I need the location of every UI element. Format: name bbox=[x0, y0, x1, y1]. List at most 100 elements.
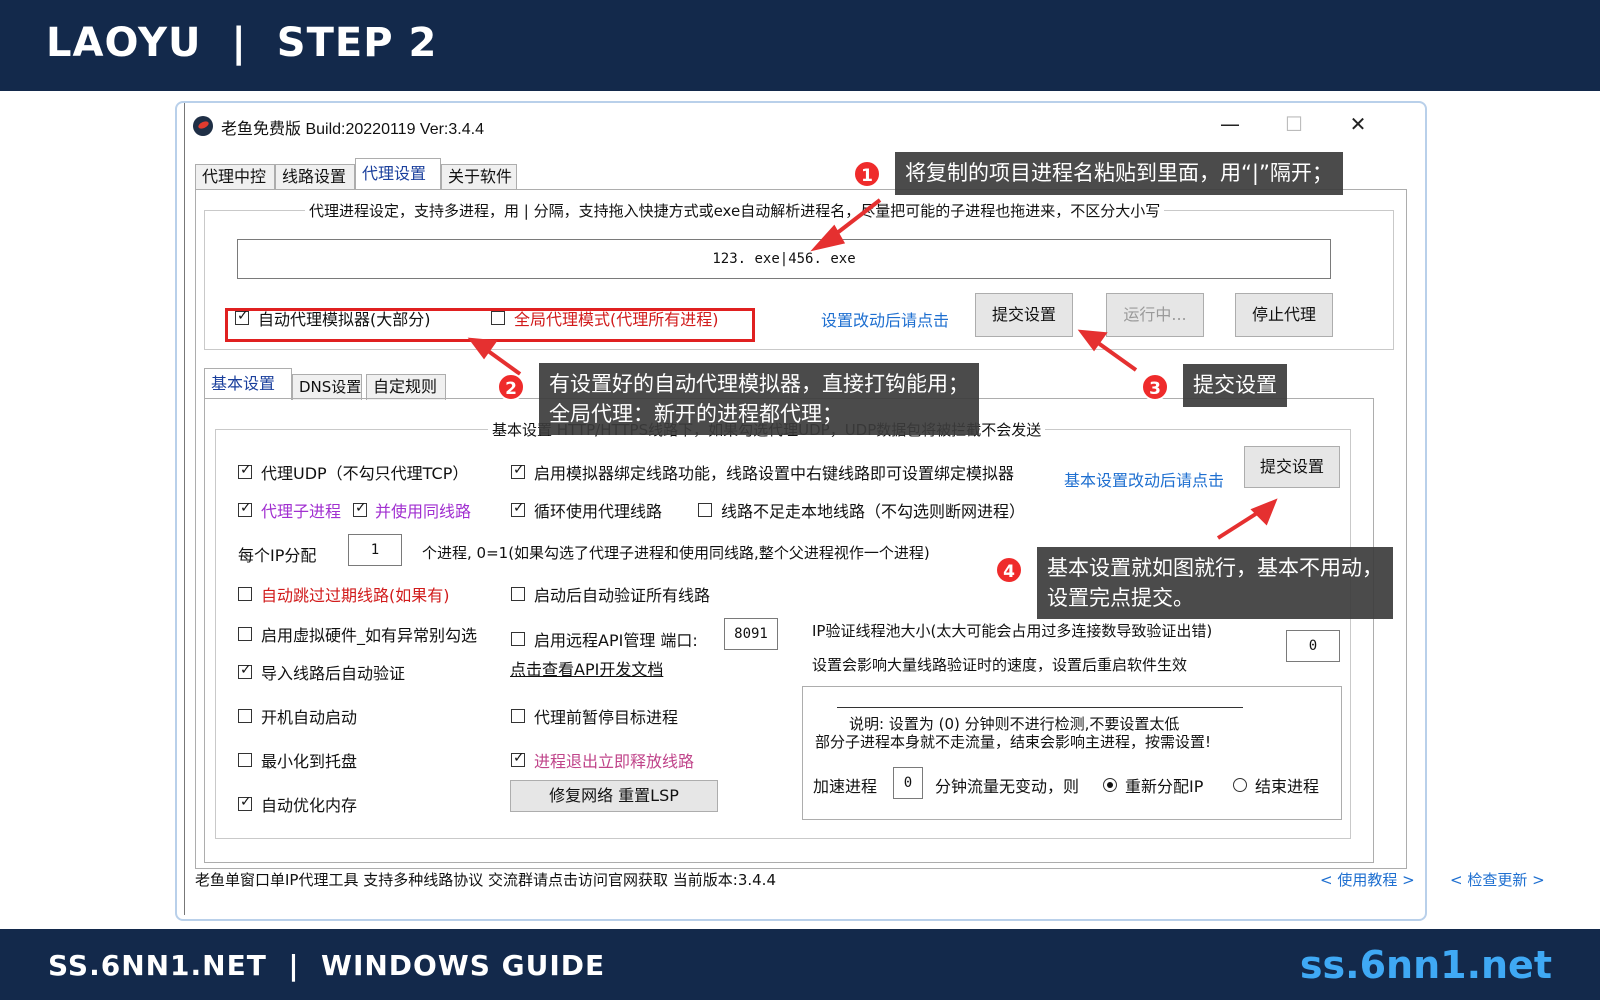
minimize-button[interactable]: — bbox=[1207, 109, 1253, 139]
pool-size-input[interactable]: 0 bbox=[1286, 630, 1340, 662]
tab-line-settings[interactable]: 线路设置 bbox=[275, 164, 355, 190]
import-verify-label: 导入线路后自动验证 bbox=[261, 664, 406, 683]
api-doc-link[interactable]: 点击查看API开发文档 bbox=[510, 656, 663, 680]
footer-site: ss.6nn1.net bbox=[1299, 943, 1552, 987]
optimize-memory-checkbox[interactable]: 自动优化内存 bbox=[238, 792, 357, 816]
callout-2-line-2: 全局代理：新开的进程都代理； bbox=[549, 402, 843, 426]
note-divider bbox=[837, 707, 1243, 708]
import-verify-checkbox[interactable]: 导入线路后自动验证 bbox=[238, 660, 405, 684]
title-bar: 老鱼免费版 Build:20220119 Ver:3.4.4 — ☐ ✕ bbox=[185, 103, 1416, 147]
accelerate-box: 说明: 设置为 (0) 分钟则不进行检测,不要设置太低 部分子进程本身就不走流量… bbox=[802, 686, 1342, 820]
api-port-input[interactable]: 8091 bbox=[724, 618, 778, 650]
process-name-input[interactable]: 123. exe|456. exe bbox=[237, 239, 1331, 279]
accelerate-description: 分钟流量无变动，则 bbox=[935, 777, 1080, 796]
loop-lines-checkbox[interactable]: 循环使用代理线路 bbox=[511, 498, 662, 522]
virtual-hardware-checkbox[interactable]: 启用虚拟硬件_如有异常别勾选 bbox=[238, 622, 477, 646]
skip-expired-check-icon bbox=[238, 587, 252, 601]
tab-proxy-settings[interactable]: 代理设置 bbox=[355, 158, 441, 190]
no-local-checkbox[interactable]: 线路不足走本地线路（不勾选则断网进程） bbox=[698, 498, 1025, 522]
app-window: 老鱼免费版 Build:20220119 Ver:3.4.4 — ☐ ✕ 代理中… bbox=[184, 103, 1545, 915]
pause-target-label: 代理前暂停目标进程 bbox=[534, 708, 679, 727]
proxy-settings-panel: 代理进程设定，支持多进程，用 | 分隔，支持拖入快捷方式或exe自动解析进程名，… bbox=[195, 189, 1407, 869]
end-process-radio-icon bbox=[1233, 778, 1247, 792]
release-exit-check-icon bbox=[511, 750, 525, 767]
footer-label: SS.6NN1.NET | WINDOWS GUIDE bbox=[48, 949, 606, 982]
subtab-custom-rules[interactable]: 自定规则 bbox=[366, 374, 446, 400]
end-process-radio[interactable]: 结束进程 bbox=[1233, 773, 1319, 797]
proxy-udp-checkbox[interactable]: 代理UDP（不勾只代理TCP） bbox=[238, 460, 468, 484]
remote-api-checkbox[interactable]: 启用远程API管理 端口: bbox=[511, 627, 698, 651]
no-local-check-icon bbox=[698, 503, 712, 517]
import-verify-check-icon bbox=[238, 662, 252, 679]
optimize-memory-check-icon bbox=[238, 794, 252, 811]
callout-4-line-1: 基本设置就如图就行，基本不用动， bbox=[1047, 556, 1383, 580]
proxy-udp-label: 代理UDP（不勾只代理TCP） bbox=[261, 464, 469, 483]
proxy-child-check-icon bbox=[238, 500, 252, 517]
pool-size-label: IP验证线程池大小(太大可能会占用过多连接数导致验证出错) bbox=[812, 622, 1213, 640]
bind-emulator-checkbox[interactable]: 启用模拟器绑定线路功能，线路设置中右键线路即可设置绑定模拟器 bbox=[511, 460, 1014, 484]
per-ip-label: 每个IP分配 bbox=[238, 546, 317, 565]
pause-target-check-icon bbox=[511, 709, 525, 723]
close-button[interactable]: ✕ bbox=[1335, 109, 1381, 139]
step-badge-4: 4 bbox=[995, 556, 1023, 584]
pause-target-checkbox[interactable]: 代理前暂停目标进程 bbox=[511, 704, 678, 728]
tab-proxy-control[interactable]: 代理中控 bbox=[195, 164, 275, 190]
step-badge-2: 2 bbox=[497, 373, 525, 401]
stop-proxy-button[interactable]: 停止代理 bbox=[1235, 293, 1333, 337]
tutorial-link[interactable]: < 使用教程 > bbox=[1320, 869, 1415, 890]
app-logo-icon bbox=[193, 116, 213, 136]
realloc-ip-label: 重新分配IP bbox=[1125, 777, 1204, 796]
release-exit-label: 进程退出立即释放线路 bbox=[534, 752, 695, 771]
skip-expired-checkbox[interactable]: 自动跳过过期线路(如果有) bbox=[238, 582, 450, 606]
status-text: 老鱼单窗口单IP代理工具 支持多种线路协议 交流群请点击访问官网获取 当前版本:… bbox=[195, 871, 776, 889]
repair-network-button[interactable]: 修复网络 重置LSP bbox=[510, 780, 718, 812]
basic-submit-button[interactable]: 提交设置 bbox=[1244, 446, 1340, 488]
autostart-checkbox[interactable]: 开机自动启动 bbox=[238, 704, 357, 728]
accelerate-label: 加速进程 bbox=[813, 777, 878, 796]
top-banner: LAOYU | STEP 2 bbox=[0, 0, 1600, 91]
status-bar: 老鱼单窗口单IP代理工具 支持多种线路协议 交流群请点击访问官网获取 当前版本:… bbox=[185, 863, 1545, 893]
callout-4: 基本设置就如图就行，基本不用动， 设置完点提交。 bbox=[1037, 547, 1393, 619]
auto-verify-checkbox[interactable]: 启动后自动验证所有线路 bbox=[511, 582, 710, 606]
callout-2-line-1: 有设置好的自动代理模拟器，直接打钩能用； bbox=[549, 372, 969, 396]
submit-settings-button[interactable]: 提交设置 bbox=[975, 293, 1073, 337]
virtual-hardware-check-icon bbox=[238, 627, 252, 641]
same-line-check-icon[interactable] bbox=[353, 500, 368, 517]
pool-size-note: 设置会影响大量线路验证时的速度，设置后重启软件生效 bbox=[812, 656, 1188, 674]
subtab-content: 基本设置 HTTP/HTTPS线路下，如果勾选代理UDP，UDP数据包将被拦截不… bbox=[204, 398, 1374, 863]
basic-settings-hint[interactable]: 基本设置改动后请点击 bbox=[1064, 467, 1224, 491]
auto-verify-label: 启动后自动验证所有线路 bbox=[534, 586, 711, 605]
subtab-dns[interactable]: DNS设置 bbox=[292, 374, 362, 400]
subtab-basic[interactable]: 基本设置 bbox=[204, 368, 292, 400]
callout-2: 有设置好的自动代理模拟器，直接打钩能用； 全局代理：新开的进程都代理； bbox=[539, 363, 979, 435]
autostart-check-icon bbox=[238, 709, 252, 723]
proxy-udp-check-icon bbox=[238, 462, 252, 479]
bind-emulator-check-icon bbox=[511, 462, 525, 479]
settings-changed-hint[interactable]: 设置改动后请点击 bbox=[821, 307, 949, 331]
maximize-button[interactable]: ☐ bbox=[1271, 109, 1317, 139]
proxy-child-checkbox[interactable]: 代理子进程 并使用同线路 bbox=[238, 498, 471, 522]
callout-1: 将复制的项目进程名粘贴到里面，用“|”隔开； bbox=[895, 152, 1343, 195]
step-badge-3: 3 bbox=[1141, 373, 1169, 401]
per-ip-description: 个进程, 0=1(如果勾选了代理子进程和使用同线路,整个父进程视作一个进程) bbox=[422, 544, 930, 562]
check-update-link[interactable]: < 检查更新 > bbox=[1450, 869, 1545, 890]
checkbox-highlight-box bbox=[225, 308, 755, 342]
tray-label: 最小化到托盘 bbox=[261, 752, 358, 771]
skip-expired-label: 自动跳过过期线路(如果有) bbox=[261, 586, 450, 605]
note-line-2: 部分子进程本身就不走流量，结束会影响主进程，按需设置! bbox=[815, 733, 1212, 751]
tray-checkbox[interactable]: 最小化到托盘 bbox=[238, 748, 357, 772]
bind-emulator-label: 启用模拟器绑定线路功能，线路设置中右键线路即可设置绑定模拟器 bbox=[534, 464, 1015, 483]
proxy-process-group-title: 代理进程设定，支持多进程，用 | 分隔，支持拖入快捷方式或exe自动解析进程名，… bbox=[305, 200, 1165, 221]
accelerate-minutes-input[interactable]: 0 bbox=[893, 767, 923, 799]
tab-about[interactable]: 关于软件 bbox=[441, 164, 517, 190]
release-exit-checkbox[interactable]: 进程退出立即释放线路 bbox=[511, 748, 694, 772]
callout-4-line-2: 设置完点提交。 bbox=[1047, 586, 1194, 610]
window-title: 老鱼免费版 Build:20220119 Ver:3.4.4 bbox=[221, 121, 484, 138]
running-button[interactable]: 运行中... bbox=[1106, 293, 1204, 337]
per-ip-input[interactable]: 1 bbox=[348, 534, 402, 566]
no-local-label: 线路不足走本地线路（不勾选则断网进程） bbox=[721, 502, 1026, 521]
realloc-ip-radio[interactable]: 重新分配IP bbox=[1103, 773, 1203, 797]
autostart-label: 开机自动启动 bbox=[261, 708, 358, 727]
auto-verify-check-icon bbox=[511, 587, 525, 601]
callout-3: 提交设置 bbox=[1183, 364, 1287, 407]
